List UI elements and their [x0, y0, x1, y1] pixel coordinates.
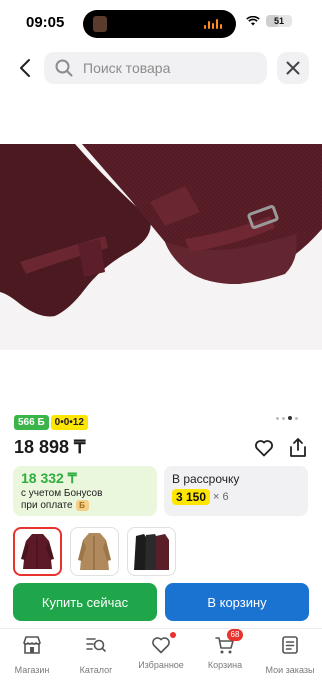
- audio-wave-icon: [204, 19, 222, 29]
- installment-card[interactable]: В рассрочку 3 150 × 6: [164, 466, 308, 516]
- tab-shop[interactable]: Магазин: [0, 635, 64, 675]
- status-time: 09:05: [26, 14, 65, 31]
- share-icon[interactable]: [288, 437, 308, 459]
- tab-catalog[interactable]: Каталог: [64, 635, 128, 675]
- catalog-search-icon: [86, 638, 106, 652]
- variant-burgundy-coat[interactable]: [13, 527, 62, 576]
- installment-monthly: 3 150: [172, 489, 211, 505]
- bonus-caption-line1: с учетом Бонусов: [21, 488, 103, 499]
- coat-thumbnail-icon: [78, 533, 111, 570]
- tab-label: Магазин: [14, 665, 50, 675]
- status-bar: 09:05 51: [0, 0, 322, 46]
- dynamic-island: [83, 10, 236, 38]
- bonus-caption-line2: при оплате: [21, 500, 73, 511]
- installment-title: В рассрочку: [172, 472, 240, 486]
- installment-badge: 0•0•12: [50, 415, 88, 430]
- cart-count-badge: 68: [227, 629, 243, 641]
- heart-icon[interactable]: [254, 438, 274, 458]
- tab-label: Избранное: [138, 660, 184, 670]
- close-icon: [286, 61, 300, 75]
- add-to-cart-button[interactable]: В корзину: [165, 583, 309, 621]
- orders-icon: [282, 636, 298, 654]
- tab-label: Каталог: [79, 665, 113, 675]
- bonus-badge: 566 Б: [14, 415, 49, 430]
- coat-sleeves-image: [0, 144, 322, 350]
- bonus-coin-icon: Б: [75, 500, 89, 511]
- variant-black-coat[interactable]: [127, 527, 176, 576]
- close-button[interactable]: [277, 52, 309, 84]
- tab-my-orders[interactable]: Мои заказы: [258, 635, 322, 675]
- installment-multiplier: × 6: [213, 491, 229, 503]
- back-button[interactable]: [14, 56, 36, 80]
- gallery-pagination: [276, 416, 298, 420]
- wifi-icon: [246, 16, 260, 26]
- search-box[interactable]: [44, 52, 267, 84]
- battery-level: 51: [273, 16, 284, 26]
- variant-camel-coat[interactable]: [70, 527, 119, 576]
- variant-selector: [13, 527, 176, 576]
- bonus-price-card[interactable]: 18 332 ₸ с учетом Бонусов при оплате Б: [13, 466, 157, 516]
- chevron-left-icon: [20, 59, 30, 77]
- favorites-indicator-dot: [170, 632, 176, 638]
- shop-icon: [23, 636, 41, 654]
- product-image[interactable]: [0, 144, 322, 350]
- coat-thumbnail-icon: [134, 534, 169, 570]
- tab-label: Мои заказы: [265, 665, 315, 675]
- coat-thumbnail-icon: [21, 534, 54, 569]
- promo-badges: 566 Б 0•0•12: [14, 415, 88, 430]
- bottom-tab-bar: Магазин Каталог Избранное 68 Корзина Мои…: [0, 628, 322, 699]
- tab-label: Корзина: [207, 660, 243, 670]
- buy-now-button[interactable]: Купить сейчас: [13, 583, 157, 621]
- battery-icon: 51: [266, 15, 292, 27]
- search-input[interactable]: [81, 59, 255, 77]
- heart-icon: [152, 637, 170, 654]
- tab-favorites[interactable]: Избранное: [129, 632, 193, 670]
- bonus-price: 18 332 ₸: [21, 470, 77, 486]
- search-header: [0, 50, 322, 86]
- now-playing-thumbnail: [93, 16, 107, 32]
- tab-cart[interactable]: 68 Корзина: [193, 629, 257, 670]
- search-icon: [55, 59, 73, 77]
- product-price: 18 898 ₸: [14, 437, 86, 457]
